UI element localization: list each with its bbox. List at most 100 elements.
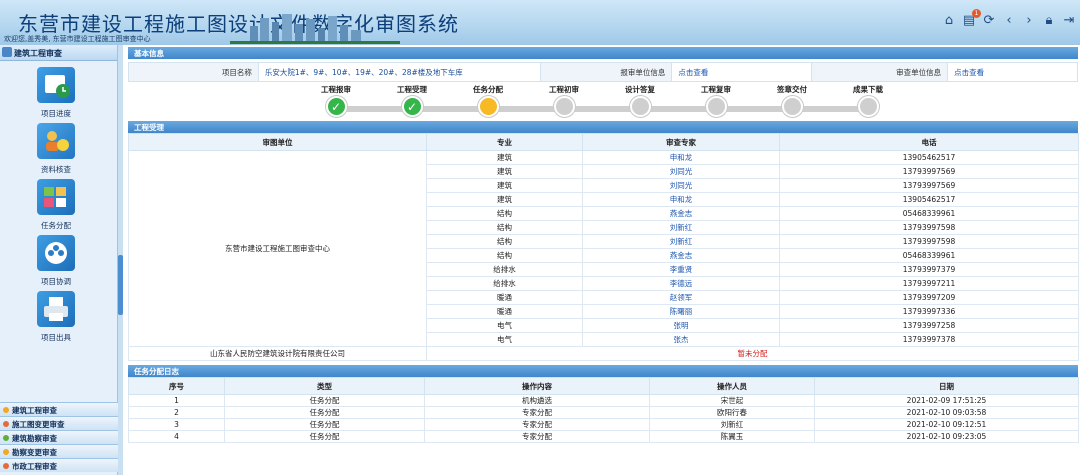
sidebar-item-assign[interactable]: 任务分配 [0, 179, 112, 231]
phone-cell: 05468339961 [779, 206, 1079, 221]
log-row: 3 任务分配 专家分配 刘新红 2021-02-10 09:12:51 [128, 418, 1079, 431]
calendar-clock-icon [37, 67, 75, 103]
expert-link[interactable]: 刘新红 [582, 220, 780, 235]
phone-cell: 13793997258 [779, 318, 1079, 333]
step-7: 签章交付 [762, 83, 822, 117]
review-unit-link[interactable]: 点击查看 [954, 68, 984, 77]
logout-icon[interactable]: ⇥ [1062, 14, 1076, 28]
expert-link[interactable]: 燕金志 [582, 248, 780, 263]
step-status-circle [857, 96, 879, 117]
expert-link[interactable]: 申和龙 [582, 150, 780, 165]
log-row: 1 任务分配 机构遴选 宋世起 2021-02-09 17:51:25 [128, 394, 1079, 407]
phone-cell: 05468339961 [779, 248, 1079, 263]
sidebar-splitter[interactable] [118, 45, 123, 475]
log-no-cell: 3 [128, 418, 225, 431]
notification-icon[interactable]: ▤ 1 [962, 9, 981, 28]
expert-link[interactable]: 赵领军 [582, 290, 780, 305]
sidebar-item-issue[interactable]: 项目出具 [0, 291, 112, 343]
lock-icon[interactable]: 🔒︎ [1042, 14, 1056, 28]
folder-icon [3, 435, 9, 441]
forward-icon[interactable]: › [1022, 14, 1036, 28]
phone-cell: 13793997569 [779, 178, 1079, 193]
city-skyline-image [230, 14, 400, 44]
log-table: 序号 类型 操作内容 操作人员 日期 1 任务分配 机构遴选 宋世起 2021-02-0… [128, 377, 1079, 443]
major-cell: 结构 [426, 248, 583, 263]
expert-link[interactable]: 燕金志 [582, 206, 780, 221]
log-no-cell: 1 [128, 394, 225, 407]
bottom-nav-survey[interactable]: 建筑勘察审查 [0, 430, 118, 444]
sidebar-item-progress[interactable]: 项目进度 [0, 67, 112, 119]
bottom-nav-change[interactable]: 施工图变更审查 [0, 416, 118, 430]
step-label: 成果下载 [853, 85, 883, 94]
check-icon: ✓ [401, 96, 423, 117]
step-status-circle [477, 96, 499, 117]
bottom-nav-building[interactable]: 建筑工程审查 [0, 402, 118, 416]
expert-link[interactable]: 张杰 [582, 332, 780, 347]
log-content-cell: 专家分配 [424, 418, 650, 431]
refresh-icon[interactable]: ⟳ [982, 14, 996, 28]
major-cell: 建筑 [426, 192, 583, 207]
folder-icon [3, 449, 9, 455]
expert-link[interactable]: 李德远 [582, 276, 780, 291]
phone-cell: 13905462517 [779, 192, 1079, 207]
col-type: 类型 [224, 377, 425, 395]
phone-cell: 13793997379 [779, 262, 1079, 277]
check-icon: ✓ [325, 96, 347, 117]
folder-icon [3, 463, 9, 469]
expert-link[interactable]: 陈曙丽 [582, 304, 780, 319]
expert-link[interactable]: 张明 [582, 318, 780, 333]
step-label: 工程复审 [701, 85, 731, 94]
main-content: 基本信息 项目名称 乐安大院1#、9#、10#、19#、20#、28#楼及地下车… [128, 47, 1079, 443]
log-date-cell: 2021-02-09 17:51:25 [814, 394, 1079, 407]
log-type-cell: 任务分配 [224, 394, 425, 407]
bottom-nav-municipal[interactable]: 市政工程审查 [0, 458, 118, 472]
col-unit: 审图单位 [128, 133, 427, 151]
bottom-nav-label: 市政工程审查 [12, 462, 57, 471]
major-cell: 建筑 [426, 178, 583, 193]
sidebar-item-label: 项目协调 [41, 277, 71, 286]
step-4: 工程初审 [534, 83, 594, 117]
bottom-nav-label: 建筑勘察审查 [12, 434, 57, 443]
bottom-nav-survey-change[interactable]: 勘察变更审查 [0, 444, 118, 458]
step-status-circle [705, 96, 727, 117]
major-cell: 电气 [426, 318, 583, 333]
splitter-handle[interactable] [118, 255, 123, 315]
phone-cell: 13793997211 [779, 276, 1079, 291]
log-date-cell: 2021-02-10 09:03:58 [814, 406, 1079, 419]
major-cell: 电气 [426, 332, 583, 347]
progress-steps: 工程报审 ✓ 工程受理 ✓ 任务分配 工程初审 设计答复 工程复审 签章交付 成果下载 [128, 83, 1078, 121]
step-6: 工程复审 [686, 83, 746, 117]
log-operator-cell: 宋世起 [649, 394, 815, 407]
step-status-circle [553, 96, 575, 117]
step-status-circle [781, 96, 803, 117]
major-cell: 结构 [426, 206, 583, 221]
back-icon[interactable]: ‹ [1002, 14, 1016, 28]
sidebar-item-coordinate[interactable]: 项目协调 [0, 235, 112, 287]
expert-link[interactable]: 申和龙 [582, 192, 780, 207]
unassigned-status: 暂未分配 [426, 346, 1079, 361]
expert-link[interactable]: 李重贤 [582, 262, 780, 277]
log-date-cell: 2021-02-10 09:12:51 [814, 418, 1079, 431]
phone-cell: 13793997209 [779, 290, 1079, 305]
sidebar-item-label: 项目出具 [41, 333, 71, 342]
table-row: 东营市建设工程施工图审查中心 建筑 申和龙 13905462517 [128, 150, 1079, 347]
major-cell: 给排水 [426, 262, 583, 277]
expert-link[interactable]: 刘新红 [582, 234, 780, 249]
step-5: 设计答复 [610, 83, 670, 117]
major-cell: 给排水 [426, 276, 583, 291]
bottom-nav-label: 建筑工程审查 [12, 406, 57, 415]
folder-icon [3, 421, 9, 427]
sidebar-header[interactable]: 建筑工程审查 [0, 45, 117, 61]
section-basic-info: 基本信息 [128, 47, 1078, 59]
step-1: 工程报审 ✓ [306, 83, 366, 117]
sidebar-item-label: 资料核查 [41, 165, 71, 174]
sidebar-item-check[interactable]: 资料核查 [0, 123, 112, 175]
sidebar-header-label: 建筑工程审查 [14, 49, 62, 58]
home-icon[interactable]: ⌂ [942, 14, 956, 28]
expert-link[interactable]: 刘同光 [582, 178, 780, 193]
report-unit-link[interactable]: 点击查看 [678, 68, 708, 77]
phone-cell: 13793997598 [779, 234, 1079, 249]
welcome-text: 欢迎您,盖秀美, 东营市建设工程施工图审查中心 [4, 35, 151, 43]
phone-cell: 13793997336 [779, 304, 1079, 319]
expert-link[interactable]: 刘同光 [582, 164, 780, 179]
